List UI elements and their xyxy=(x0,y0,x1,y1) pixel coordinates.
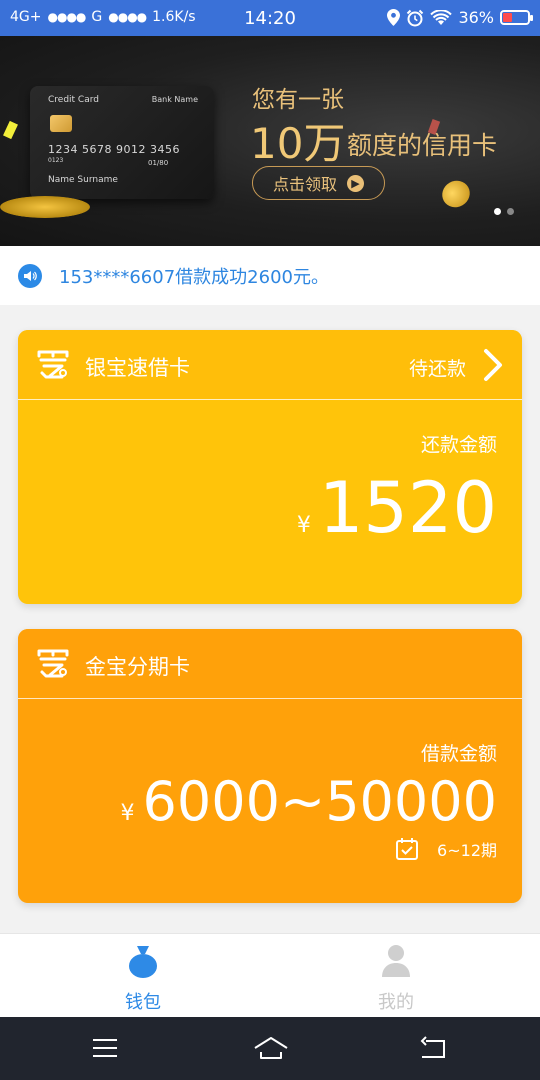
card-expiry: 01/80 xyxy=(148,159,169,167)
claim-button[interactable]: 点击领取 ▶ xyxy=(252,166,385,200)
product-card-jinbao[interactable]: 金宝分期卡 借款金额 ¥ 6000~50000 6~12期 xyxy=(18,629,522,903)
menu-icon[interactable] xyxy=(90,1035,120,1061)
tab-mine[interactable]: 我的 xyxy=(336,944,456,1014)
currency-symbol: ¥ xyxy=(296,513,311,538)
wallet-bag-icon xyxy=(129,946,157,978)
product-card-yinbao[interactable]: 银宝速借卡 待还款 还款金额 ¥ 1520 xyxy=(18,330,522,604)
alarm-icon xyxy=(407,9,424,26)
product-logo-icon xyxy=(37,350,69,379)
chevron-right-icon: ▶ xyxy=(347,174,364,192)
credit-card-illustration: Credit Card Bank Name 1234 5678 9012 345… xyxy=(30,86,214,199)
back-icon[interactable] xyxy=(418,1035,448,1061)
status-bar: 4G+ ●●●● G ●●●● 1.6K/s 14:20 36% xyxy=(0,0,540,36)
term-text: 6~12期 xyxy=(437,841,497,860)
product-name: 金宝分期卡 xyxy=(85,655,190,679)
home-icon[interactable] xyxy=(253,1035,289,1061)
notice-bar: 153****6607借款成功2600元。 xyxy=(0,246,540,305)
amount-number: 1520 xyxy=(318,467,497,549)
amount-value: ¥ 1520 xyxy=(297,468,497,548)
gold-coin-illustration xyxy=(437,175,475,213)
amount-value: ¥ 6000~50000 xyxy=(121,769,497,835)
amount-label: 借款金额 xyxy=(420,743,497,765)
product-logo-icon xyxy=(37,649,69,678)
chevron-right-icon[interactable] xyxy=(480,348,506,382)
system-nav-bar xyxy=(0,1017,540,1080)
notice-text: 153****6607借款成功2600元。 xyxy=(59,266,329,288)
location-icon xyxy=(387,9,401,26)
repay-status[interactable]: 待还款 xyxy=(409,354,466,381)
tab-label: 钱包 xyxy=(125,992,161,1013)
speaker-icon xyxy=(18,263,42,288)
person-icon xyxy=(382,945,410,977)
pager-dot-active[interactable] xyxy=(494,208,501,215)
banner-pager[interactable] xyxy=(494,208,514,215)
promo-banner[interactable]: Credit Card Bank Name 1234 5678 9012 345… xyxy=(0,36,540,246)
wifi-icon xyxy=(430,9,453,25)
pager-dot[interactable] xyxy=(507,208,514,215)
product-card-header[interactable]: 银宝速借卡 待还款 xyxy=(18,330,522,400)
calendar-check-icon xyxy=(396,838,419,860)
card-small-number: 0123 xyxy=(48,157,64,164)
banner-headline-rest: 额度的信用卡 xyxy=(347,131,498,160)
bottom-tab-bar: 钱包 我的 xyxy=(0,933,540,1017)
confetti-decoration xyxy=(3,120,18,140)
currency-symbol: ¥ xyxy=(120,801,135,826)
card-number: 1234 5678 9012 3456 xyxy=(48,143,180,156)
amount-label: 还款金额 xyxy=(420,434,497,456)
claim-button-label: 点击领取 xyxy=(272,175,337,194)
product-card-header[interactable]: 金宝分期卡 xyxy=(18,629,522,699)
card-bank-name: Bank Name xyxy=(151,95,198,104)
amount-number: 6000~50000 xyxy=(142,770,497,833)
battery-icon xyxy=(500,10,533,25)
term-info: 6~12期 xyxy=(395,837,497,861)
card-label: Credit Card xyxy=(48,95,99,105)
card-chip-icon xyxy=(50,115,72,132)
gold-coins-illustration xyxy=(0,196,90,218)
banner-headline-amount: 10万 xyxy=(250,119,346,168)
tab-label: 我的 xyxy=(378,992,414,1013)
tab-wallet[interactable]: 钱包 xyxy=(83,944,203,1014)
banner-headline-1: 您有一张 xyxy=(252,87,344,113)
card-holder: Name Surname xyxy=(48,175,118,185)
battery-percent: 36% xyxy=(458,8,494,27)
product-name: 银宝速借卡 xyxy=(85,356,190,380)
status-right: 36% xyxy=(387,8,533,27)
